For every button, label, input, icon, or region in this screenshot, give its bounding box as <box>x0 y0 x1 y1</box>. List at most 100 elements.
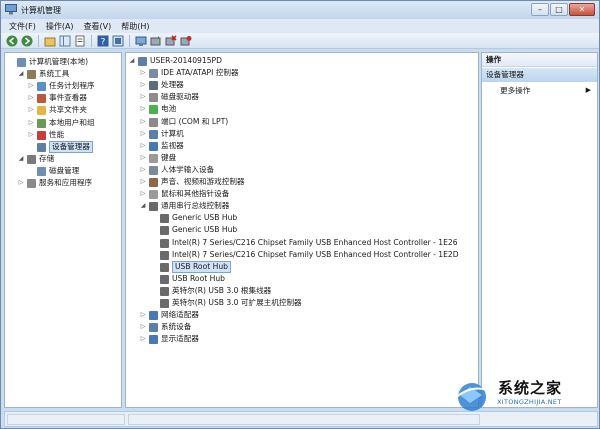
expander-icon[interactable]: ▷ <box>139 116 147 128</box>
menu-action[interactable]: 操作(A) <box>46 21 74 32</box>
expander-icon[interactable]: ▷ <box>139 188 147 200</box>
tree-item[interactable]: ▷ 系统设备 <box>126 321 478 333</box>
expander-icon[interactable]: ▷ <box>139 176 147 188</box>
expander-icon[interactable]: ▷ <box>27 117 35 129</box>
tree-item[interactable]: ▷ 处理器 <box>126 79 478 91</box>
expander-icon[interactable] <box>150 249 158 261</box>
properties-icon[interactable] <box>74 35 86 47</box>
expander-icon[interactable]: ▷ <box>139 152 147 164</box>
expander-icon[interactable]: ▷ <box>139 128 147 140</box>
tree-item[interactable]: ▷ 鼠标和其他指针设备 <box>126 188 478 200</box>
tree-item[interactable]: ▷ 任务计划程序 <box>5 80 121 92</box>
tree-item[interactable]: ▷ 性能 <box>5 129 121 141</box>
tree-item[interactable]: ◢ 通用串行总线控制器 <box>126 200 478 212</box>
tree-item[interactable]: ▷ 网络适配器 <box>126 309 478 321</box>
device-tree: ◢ USER-20140915PD ▷ IDE ATA/ATAPI 控制器 ▷ 处理器 ▷ 磁… <box>125 52 479 408</box>
tree-item[interactable]: ▷ 共享文件夹 <box>5 104 121 116</box>
up-folder-icon[interactable] <box>44 35 56 47</box>
expander-icon[interactable]: ▷ <box>27 129 35 141</box>
expander-icon[interactable] <box>7 56 15 68</box>
expander-icon[interactable] <box>150 212 158 224</box>
tree-item[interactable]: USB Root Hub <box>126 273 478 285</box>
expander-icon[interactable] <box>150 285 158 297</box>
tree-item[interactable]: ◢ 存储 <box>5 153 121 165</box>
tree-item[interactable]: ▷ 键盘 <box>126 152 478 164</box>
minimize-button[interactable]: – <box>531 3 549 16</box>
expander-icon[interactable] <box>27 165 35 177</box>
computer-management-window: 计算机管理 – □ ✕ 文件(F) 操作(A) 查看(V) 帮助(H) ? 计算… <box>0 0 600 429</box>
back-icon[interactable] <box>6 35 18 47</box>
uninstall-icon[interactable] <box>165 34 177 47</box>
tree-item[interactable]: 设备管理器 <box>5 140 121 153</box>
tree-item[interactable]: ▷ 人体学输入设备 <box>126 164 478 176</box>
tree-item[interactable]: Generic USB Hub <box>126 212 478 224</box>
tree-item-label: 电池 <box>161 104 177 114</box>
expander-icon[interactable] <box>150 224 158 236</box>
forward-icon[interactable] <box>21 35 33 47</box>
tree-item[interactable]: ▷ IDE ATA/ATAPI 控制器 <box>126 67 478 79</box>
usb-device-icon <box>160 274 169 284</box>
tree-item[interactable]: ▷ 电池 <box>126 103 478 115</box>
menu-view[interactable]: 查看(V) <box>84 21 112 32</box>
help-icon[interactable]: ? <box>97 35 109 47</box>
tree-item[interactable]: ▷ 本地用户和组 <box>5 117 121 129</box>
expander-icon[interactable]: ▷ <box>139 333 147 345</box>
tree-item[interactable]: 磁盘管理 <box>5 165 121 177</box>
maximize-button[interactable]: □ <box>550 3 568 16</box>
close-button[interactable]: ✕ <box>569 3 595 16</box>
expander-icon[interactable]: ▷ <box>139 67 147 79</box>
tree-item[interactable]: USB Root Hub <box>126 260 478 273</box>
expander-icon[interactable]: ◢ <box>128 55 136 67</box>
expander-icon[interactable]: ▷ <box>139 164 147 176</box>
expander-icon[interactable] <box>27 141 35 153</box>
tree-item[interactable]: ▷ 监视器 <box>126 140 478 152</box>
watermark-title: 系统之家 <box>498 379 563 397</box>
tree-item[interactable]: 计算机管理(本地) <box>5 56 121 68</box>
view-icon[interactable] <box>112 35 124 47</box>
scan-hardware-icon[interactable] <box>135 35 147 47</box>
menu-file[interactable]: 文件(F) <box>9 21 36 32</box>
tree-item[interactable]: ◢ USER-20140915PD <box>126 55 478 67</box>
tree-item-label: 鼠标和其他指针设备 <box>161 189 230 199</box>
tree-item[interactable]: 英特尔(R) USB 3.0 可扩展主机控制器 <box>126 297 478 309</box>
expander-icon[interactable]: ▷ <box>139 91 147 103</box>
tree-item[interactable]: Intel(R) 7 Series/C216 Chipset Family US… <box>126 237 478 249</box>
show-tree-icon[interactable] <box>59 35 71 47</box>
expander-icon[interactable] <box>150 297 158 309</box>
menu-help[interactable]: 帮助(H) <box>121 21 149 32</box>
network-adapter-icon <box>149 311 158 321</box>
expander-icon[interactable]: ▷ <box>27 92 35 104</box>
tree-item[interactable]: ▷ 服务和应用程序 <box>5 177 121 189</box>
expander-icon[interactable]: ▷ <box>17 177 25 189</box>
tree-item[interactable]: Intel(R) 7 Series/C216 Chipset Family US… <box>126 249 478 261</box>
expander-icon[interactable]: ▷ <box>27 80 35 92</box>
actions-section-device-manager[interactable]: 设备管理器 <box>482 68 597 82</box>
expander-icon[interactable]: ◢ <box>139 200 147 212</box>
tree-item[interactable]: ▷ 计算机 <box>126 128 478 140</box>
expander-icon[interactable] <box>150 237 158 249</box>
disable-device-icon[interactable] <box>180 35 192 47</box>
more-actions-item[interactable]: 更多操作 ▶ <box>482 84 597 97</box>
expander-icon[interactable]: ▷ <box>27 104 35 116</box>
tree-item-label: 性能 <box>49 129 65 139</box>
expander-icon[interactable]: ▷ <box>139 103 147 115</box>
tree-item[interactable]: ▷ 端口 (COM 和 LPT) <box>126 116 478 128</box>
expander-icon[interactable] <box>150 273 158 285</box>
tree-item[interactable]: ▷ 显示适配器 <box>126 333 478 345</box>
expander-icon[interactable]: ◢ <box>17 68 25 80</box>
expander-icon[interactable]: ▷ <box>139 140 147 152</box>
tree-item[interactable]: ▷ 磁盘驱动器 <box>126 91 478 103</box>
expander-icon[interactable] <box>150 261 158 273</box>
expander-icon[interactable]: ▷ <box>139 321 147 333</box>
tree-item[interactable]: ◢ 系统工具 <box>5 68 121 80</box>
expander-icon[interactable]: ▷ <box>139 309 147 321</box>
update-driver-icon[interactable] <box>150 35 162 47</box>
expander-icon[interactable]: ◢ <box>17 153 25 165</box>
tree-item[interactable]: 英特尔(R) USB 3.0 根集线器 <box>126 285 478 297</box>
expander-icon[interactable]: ▷ <box>139 79 147 91</box>
display-adapter-icon <box>149 335 158 345</box>
tree-item[interactable]: ▷ 声音、视频和游戏控制器 <box>126 176 478 188</box>
tree-item-label: 事件查看器 <box>49 93 87 103</box>
tree-item[interactable]: ▷ 事件查看器 <box>5 92 121 104</box>
tree-item[interactable]: Generic USB Hub <box>126 224 478 236</box>
